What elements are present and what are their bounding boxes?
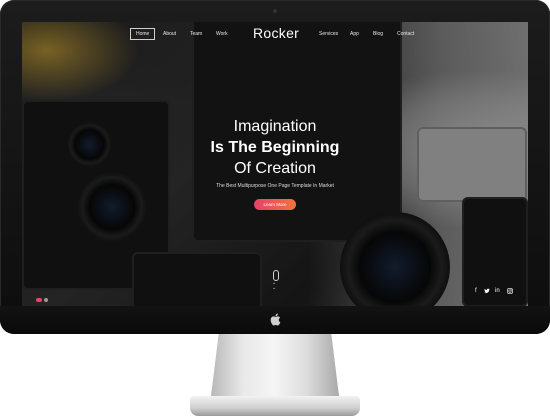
- nav-app[interactable]: App: [350, 30, 359, 38]
- nav-contact[interactable]: Contact: [397, 30, 414, 38]
- nav-home[interactable]: Home: [130, 28, 156, 40]
- nav-work[interactable]: Work: [216, 30, 228, 38]
- website-screen: Home About Team Work Rocker Services App…: [22, 22, 528, 306]
- nav-services[interactable]: Services: [319, 30, 338, 38]
- top-navigation: Home About Team Work Rocker Services App…: [22, 22, 528, 46]
- facebook-icon[interactable]: f: [475, 288, 477, 295]
- learn-more-button[interactable]: Learn More: [254, 199, 296, 210]
- monitor-bezel: Home About Team Work Rocker Services App…: [0, 0, 550, 334]
- nav-team[interactable]: Team: [190, 30, 202, 38]
- hero-heading-line-3: Of Creation: [234, 160, 316, 177]
- slider-dot[interactable]: [44, 298, 48, 302]
- nav-blog[interactable]: Blog: [373, 30, 383, 38]
- webcam-icon: [273, 9, 277, 13]
- hero-subtitle: The Best Multipurpose One Page Template …: [216, 183, 334, 189]
- site-logo[interactable]: Rocker: [253, 25, 299, 41]
- nav-about[interactable]: About: [163, 30, 176, 38]
- chevron-down-icon: ⌄: [272, 285, 277, 291]
- hero-heading-line-2: Is The Beginning: [210, 139, 340, 156]
- twitter-icon[interactable]: [484, 288, 490, 297]
- slider-pagination: [36, 289, 50, 306]
- slider-dot-active[interactable]: [36, 298, 42, 302]
- monitor-stand-foot: [190, 396, 360, 416]
- apple-logo-icon: [269, 313, 281, 326]
- instagram-icon[interactable]: [507, 288, 513, 297]
- monitor-stand-neck: [211, 334, 339, 396]
- hero-heading-line-1: Imagination: [233, 118, 317, 135]
- linkedin-icon[interactable]: in: [495, 288, 500, 295]
